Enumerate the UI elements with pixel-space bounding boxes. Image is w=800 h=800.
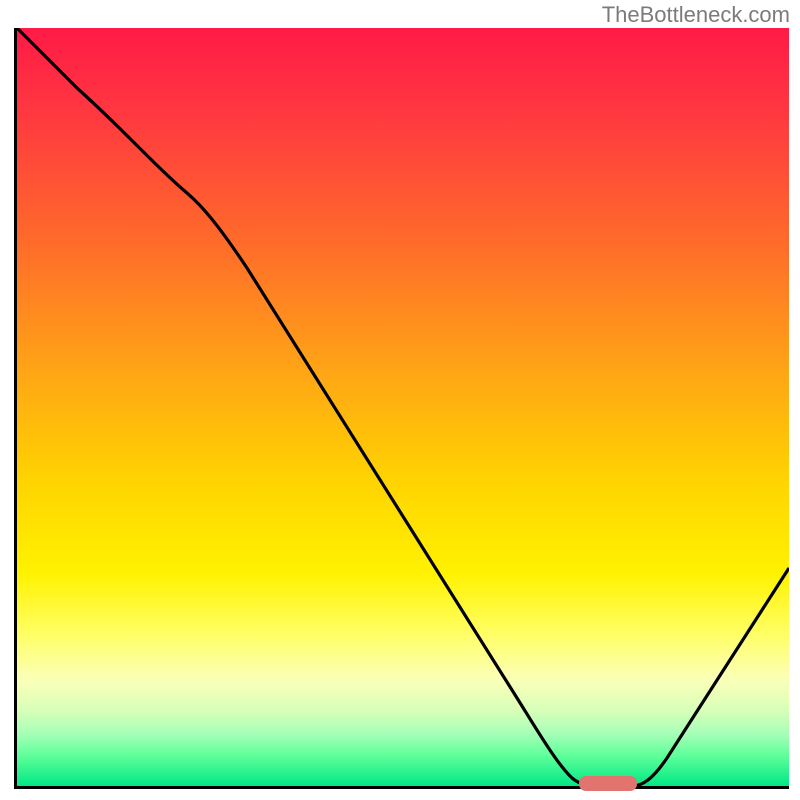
bottleneck-curve-path [17, 28, 789, 786]
curve-svg [17, 28, 789, 786]
plot-area [14, 28, 789, 789]
watermark-text: TheBottleneck.com [602, 2, 790, 28]
chart-container: TheBottleneck.com [0, 0, 800, 800]
optimal-range-marker [579, 776, 637, 791]
